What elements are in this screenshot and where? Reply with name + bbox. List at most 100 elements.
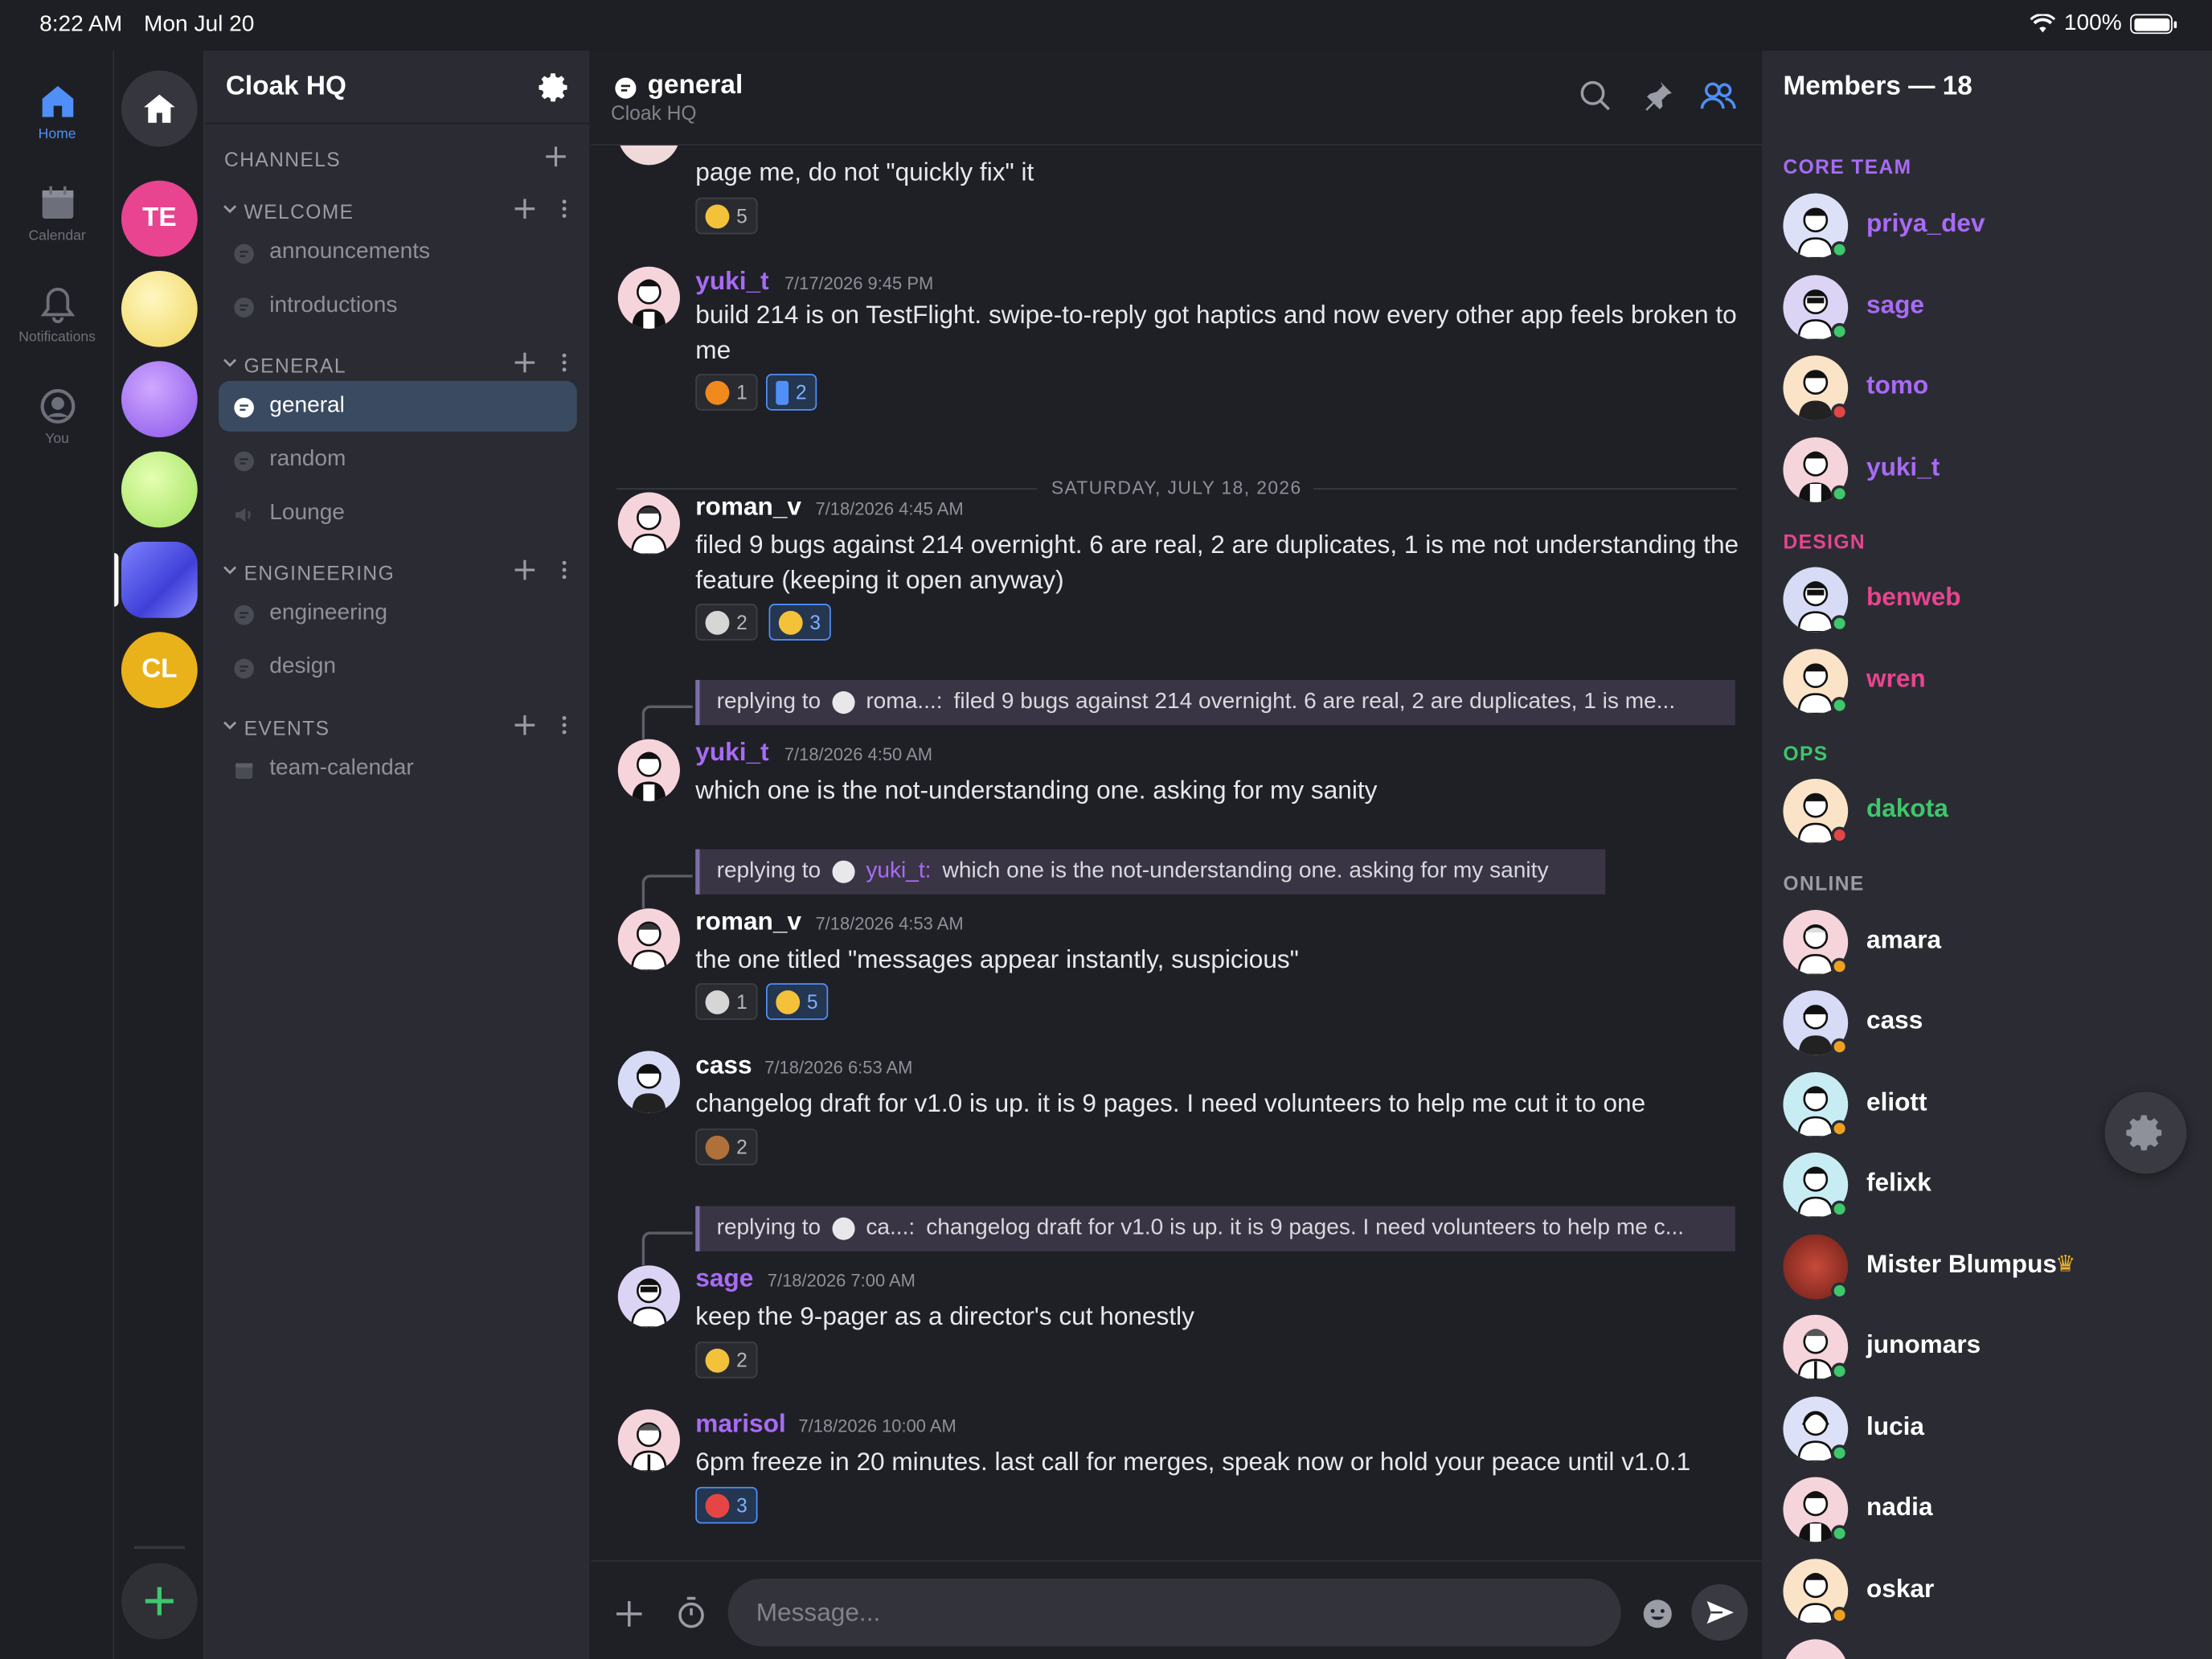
reaction-chip[interactable]: 2 xyxy=(766,374,817,411)
member-name: tomo xyxy=(1866,371,1929,399)
message-timestamp: 7/18/2026 10:00 AM xyxy=(798,1416,956,1436)
add-channel-icon[interactable] xyxy=(512,350,538,375)
channel-announcements[interactable]: announcements xyxy=(219,227,577,278)
member-item[interactable]: yuki_t xyxy=(1783,435,2192,506)
reaction-chip[interactable]: 2 xyxy=(695,604,758,641)
message-timestamp: 7/18/2026 4:45 AM xyxy=(815,499,964,519)
member-item[interactable]: wren xyxy=(1783,646,2192,717)
add-channel-icon[interactable] xyxy=(512,196,538,222)
avatar xyxy=(832,860,855,883)
more-vertical-icon[interactable] xyxy=(560,559,569,581)
avatar xyxy=(617,1051,680,1113)
user-circle-icon xyxy=(39,389,75,424)
message-author[interactable]: marisol xyxy=(695,1409,785,1439)
member-item[interactable]: oskar xyxy=(1783,1556,2192,1627)
server-header: Cloak HQ xyxy=(204,51,592,125)
member-item[interactable]: tomo xyxy=(1783,353,2192,424)
nav-calendar[interactable]: Calendar xyxy=(0,183,114,244)
member-item[interactable]: benweb xyxy=(1783,564,2192,635)
message-author[interactable]: yuki_t xyxy=(695,738,768,768)
send-button[interactable] xyxy=(1691,1583,1748,1641)
message-author[interactable]: roman_v xyxy=(695,907,801,937)
section-engineering[interactable]: ENGINEERING xyxy=(204,555,591,592)
nav-calendar-label: Calendar xyxy=(28,228,86,244)
message-author[interactable]: yuki_t xyxy=(695,267,768,297)
channels-label: CHANNELS xyxy=(224,148,342,171)
status-online-indicator xyxy=(1831,697,1849,715)
plus-icon[interactable] xyxy=(613,1599,645,1630)
chevron-down-icon xyxy=(223,566,237,575)
nav-home[interactable]: Home xyxy=(0,82,114,142)
calendar-icon xyxy=(236,763,253,779)
floating-settings-button[interactable] xyxy=(2104,1092,2187,1174)
add-channel-icon[interactable] xyxy=(512,557,538,583)
message-list[interactable]: page me, do not "quickly fix" it 5 yuki_… xyxy=(591,145,1762,1560)
timer-icon[interactable] xyxy=(676,1596,707,1629)
status-online-indicator xyxy=(1831,485,1849,502)
member-item-partial[interactable] xyxy=(1783,1636,2192,1659)
battery-percent: 100% xyxy=(2063,11,2122,35)
section-general[interactable]: GENERAL xyxy=(204,347,591,384)
reaction-chip[interactable]: 1 xyxy=(695,983,758,1020)
reply-preview[interactable]: replying to ca...: changelog draft for v… xyxy=(695,1206,1735,1251)
channel-general[interactable]: general xyxy=(219,380,577,432)
reaction-chip[interactable]: 2 xyxy=(695,1129,758,1165)
home-icon xyxy=(41,86,73,117)
server-cl[interactable]: CL xyxy=(121,632,198,709)
channel-introductions[interactable]: introductions xyxy=(219,281,577,331)
add-channel-icon[interactable] xyxy=(543,144,569,170)
member-item[interactable]: nadia xyxy=(1783,1474,2192,1545)
message-author[interactable]: sage xyxy=(695,1264,753,1294)
member-item[interactable]: amara xyxy=(1783,907,2192,978)
server-purple[interactable] xyxy=(121,361,198,438)
member-item[interactable]: lucia xyxy=(1783,1394,2192,1464)
member-item[interactable]: cass xyxy=(1783,988,2192,1059)
more-vertical-icon[interactable] xyxy=(560,714,569,736)
section-events[interactable]: EVENTS xyxy=(204,710,591,747)
reaction-chip[interactable]: 3 xyxy=(695,1486,758,1524)
reply-preview[interactable]: replying to roma...: filed 9 bugs agains… xyxy=(695,679,1735,726)
channel-design[interactable]: design xyxy=(219,642,577,693)
member-item[interactable]: Mister Blumpus ♛ xyxy=(1783,1231,2192,1302)
emoji-icon[interactable] xyxy=(1641,1597,1674,1631)
member-item[interactable]: dakota xyxy=(1783,776,2192,846)
member-item[interactable]: sage xyxy=(1783,272,2192,343)
channel-lounge[interactable]: Lounge xyxy=(219,488,577,539)
more-vertical-icon[interactable] xyxy=(560,351,569,374)
more-vertical-icon[interactable] xyxy=(560,198,569,220)
reaction-chip[interactable]: 5 xyxy=(766,983,828,1020)
channel-random[interactable]: random xyxy=(219,435,577,485)
channel-name: general xyxy=(269,393,345,418)
channel-team-calendar[interactable]: team-calendar xyxy=(219,743,577,794)
nav-notifications[interactable]: Notifications xyxy=(0,285,114,346)
server-yellow[interactable] xyxy=(121,270,198,347)
section-label: WELCOME xyxy=(244,200,354,223)
message-text: changelog draft for v1.0 is up. it is 9 … xyxy=(695,1088,1646,1118)
member-item[interactable]: junomars xyxy=(1783,1312,2192,1382)
section-welcome[interactable]: WELCOME xyxy=(204,193,591,230)
member-name: wren xyxy=(1866,664,1926,693)
message-author[interactable]: roman_v xyxy=(695,493,801,522)
message-input[interactable] xyxy=(727,1578,1621,1647)
channel-engineering[interactable]: engineering xyxy=(219,588,577,639)
members-icon[interactable] xyxy=(1700,79,1737,113)
search-icon[interactable] xyxy=(1579,79,1612,113)
server-te[interactable]: TE xyxy=(121,180,198,257)
reaction-chip[interactable]: 3 xyxy=(768,604,831,641)
nav-you[interactable]: You xyxy=(0,387,114,447)
channel-name: design xyxy=(269,654,336,679)
reaction-chip[interactable]: 2 xyxy=(695,1342,758,1378)
avatar xyxy=(617,739,680,801)
add-server-button[interactable] xyxy=(121,1563,198,1640)
member-item[interactable]: priya_dev xyxy=(1783,190,2192,261)
server-green[interactable] xyxy=(121,451,198,528)
add-channel-icon[interactable] xyxy=(512,712,538,738)
reaction-chip[interactable]: 5 xyxy=(695,197,758,235)
reply-preview[interactable]: replying to yuki_t: which one is the not… xyxy=(695,849,1606,895)
message-author[interactable]: cass xyxy=(695,1051,752,1081)
gear-icon[interactable] xyxy=(538,71,571,104)
reaction-chip[interactable]: 1 xyxy=(695,374,758,411)
pin-icon[interactable] xyxy=(1641,79,1674,113)
server-cloak-hq[interactable] xyxy=(121,541,198,618)
home-server-button[interactable] xyxy=(121,70,198,147)
